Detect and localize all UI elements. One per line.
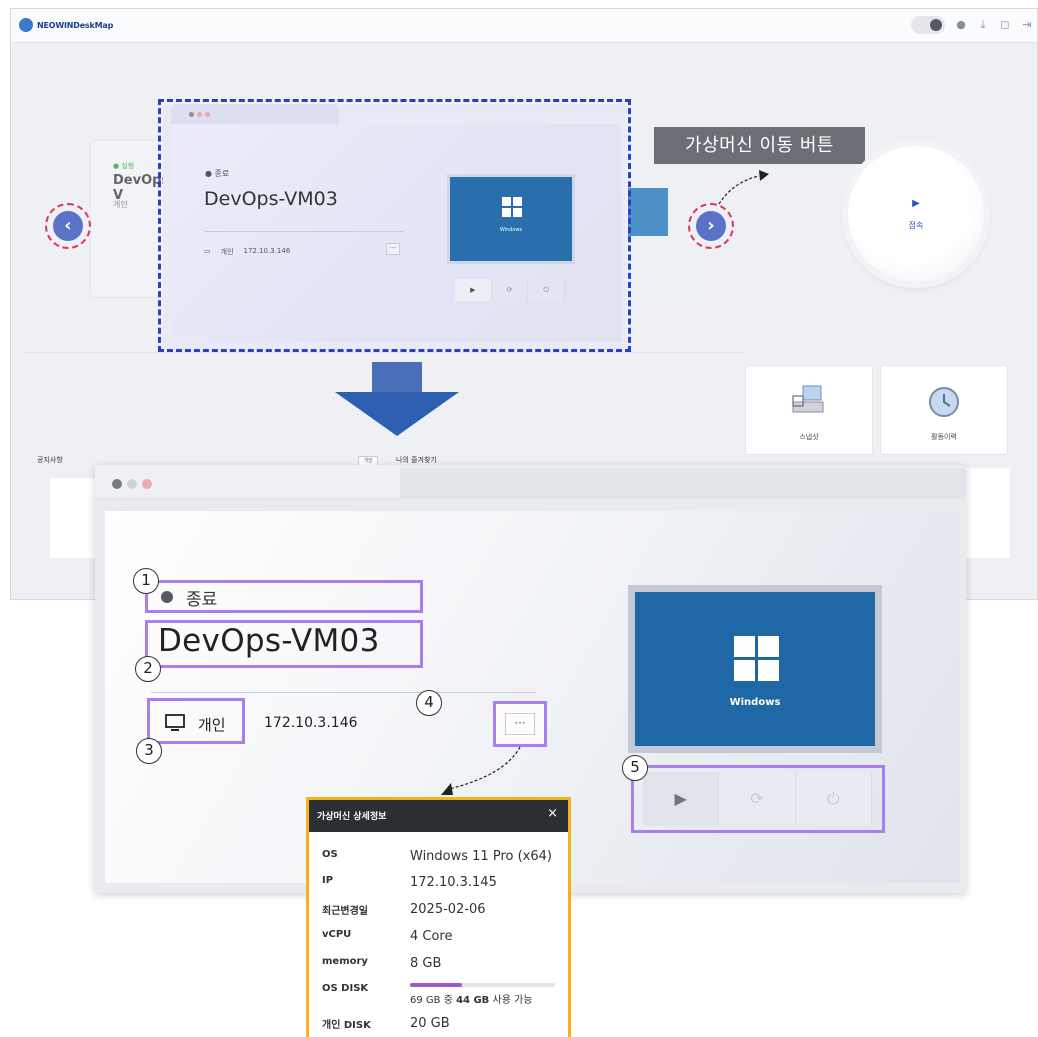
callout-arrow <box>718 170 769 205</box>
prev-vm-button[interactable]: ‹ <box>45 203 91 249</box>
detail-key: IP <box>322 875 334 886</box>
detail-value: 8 GB <box>410 956 442 971</box>
detail-value: 172.10.3.145 <box>410 875 497 890</box>
windows-logo-icon <box>734 636 779 681</box>
detail-key: OS DISK <box>322 983 369 994</box>
card-divider <box>204 231 404 232</box>
os-disk-usage-fill <box>410 983 463 987</box>
power-controls: ▶ ⟳ ⏻ <box>643 772 872 826</box>
restart-button[interactable]: ⟳ <box>719 772 796 826</box>
header-actions: ● ⤓ ◻ ⇥ <box>911 16 1033 34</box>
notice-heading: 공지사항 <box>37 456 63 464</box>
monitor-icon <box>165 714 185 731</box>
os-disk-usage-bar <box>410 983 555 987</box>
history-tile[interactable]: 활동이력 <box>880 365 1008 455</box>
close-icon[interactable]: × <box>547 806 558 821</box>
start-button[interactable]: ▶ <box>643 772 720 826</box>
theme-toggle[interactable] <box>911 16 945 34</box>
detail-key: 개인 DISK <box>322 1020 371 1031</box>
detail-value: 2025-02-06 <box>410 902 486 917</box>
vm-name: DevOps-VM03 <box>158 623 380 659</box>
monitor-icon: ▭ <box>204 247 211 255</box>
logo-text: NEOWINDeskMap <box>37 20 114 30</box>
zoom-tabbar-rest <box>400 469 966 499</box>
os-disk-total: 69 GB 중 <box>410 995 457 1006</box>
more-button[interactable]: ··· <box>505 713 535 735</box>
more-button[interactable]: ··· <box>386 243 400 255</box>
window-dots <box>189 112 210 117</box>
detail-value: 20 GB <box>410 1016 450 1031</box>
snapshot-tile[interactable]: 스냅샷 <box>745 365 873 455</box>
os-disk-free: 44 GB <box>456 995 490 1006</box>
play-icon: ▶ <box>912 198 920 209</box>
snapshot-icon <box>746 384 872 420</box>
zoom-tab <box>95 465 400 499</box>
callout-badge-4: 4 <box>416 690 442 716</box>
detail-value: 4 Core <box>410 929 453 944</box>
callout-badge-1: 1 <box>133 568 159 594</box>
vm-owner: 개인 <box>198 716 226 734</box>
chevron-left-icon: ‹ <box>53 211 83 241</box>
shutdown-button[interactable]: ⏻ <box>528 279 566 301</box>
restart-button[interactable]: ⟳ <box>492 279 529 301</box>
windows-logo-icon <box>502 197 522 217</box>
logo-mark-icon <box>19 18 33 32</box>
app-logo[interactable]: NEOWINDeskMap <box>19 18 113 32</box>
vm-owner: 개인 <box>113 200 128 209</box>
logout-icon[interactable]: ⇥ <box>1021 19 1033 31</box>
shutdown-button[interactable]: ⏻ <box>796 772 872 826</box>
os-disk-suffix: 사용 가능 <box>489 995 533 1006</box>
status-dot-icon <box>161 591 173 603</box>
detail-key: vCPU <box>322 929 352 940</box>
detail-key: 최근변경일 <box>322 906 368 917</box>
nav-callout-label: 가상머신 이동 버튼 <box>654 127 865 164</box>
history-icon <box>881 384 1007 420</box>
chevron-right-icon: › <box>696 211 726 241</box>
connect-button[interactable]: ▶ 접속 <box>848 146 984 282</box>
vm-name: DevOps-VM03 <box>204 188 338 210</box>
vm-ip: 172.10.3.146 <box>264 715 358 731</box>
zoom-arrow-icon <box>335 362 459 436</box>
bell-icon[interactable]: ◻ <box>999 19 1011 31</box>
callout-badge-5: 5 <box>622 755 648 781</box>
start-button[interactable]: ▶ <box>455 279 492 301</box>
vm-thumbnail <box>628 188 668 236</box>
tile-label: 활동이력 <box>931 433 957 441</box>
card-tabbar <box>171 104 339 126</box>
vm-thumbnail: Windows <box>447 174 575 264</box>
power-controls: ▶ ⟳ ⏻ <box>455 279 566 301</box>
window-dots <box>112 479 152 489</box>
tile-label: 스냅샷 <box>799 433 819 441</box>
popup-title: 가상머신 상세정보 <box>317 812 387 822</box>
popup-header: 가상머신 상세정보 × <box>309 800 568 832</box>
favorites-heading: 나의 즐겨찾기 <box>396 456 437 464</box>
detail-key: OS <box>322 849 338 860</box>
detail-value: Windows 11 Pro (x64) <box>410 849 552 864</box>
vm-card-next[interactable] <box>628 160 692 298</box>
vm-owner: 개인 <box>220 248 234 256</box>
os-disk-usage-text: 69 GB 중 44 GB 사용 가능 <box>410 991 532 1006</box>
vm-status: ● 종료 <box>205 169 230 178</box>
callout-badge-2: 2 <box>135 656 161 682</box>
detail-key: memory <box>322 956 368 967</box>
vm-status: ● 실행 <box>113 162 135 170</box>
connect-label: 접속 <box>908 221 924 230</box>
popup-connector-arrow <box>441 746 521 795</box>
callout-badge-3: 3 <box>136 738 162 764</box>
thumbnail-label: Windows <box>499 227 523 233</box>
user-icon[interactable]: ● <box>955 19 967 31</box>
owner-highlight <box>147 698 245 744</box>
vm-info-row: ▭ 개인 172.10.3.146 <box>204 247 290 257</box>
side-panel <box>964 468 1010 558</box>
vm-ip: 172.10.3.146 <box>243 247 291 255</box>
section-divider <box>25 352 745 353</box>
thumbnail-label: Windows <box>729 697 781 708</box>
card-divider <box>151 692 536 693</box>
download-icon[interactable]: ⤓ <box>977 19 989 31</box>
app-header: NEOWINDeskMap ● ⤓ ◻ ⇥ <box>11 9 1037 43</box>
vm-status: 종료 <box>186 590 218 610</box>
